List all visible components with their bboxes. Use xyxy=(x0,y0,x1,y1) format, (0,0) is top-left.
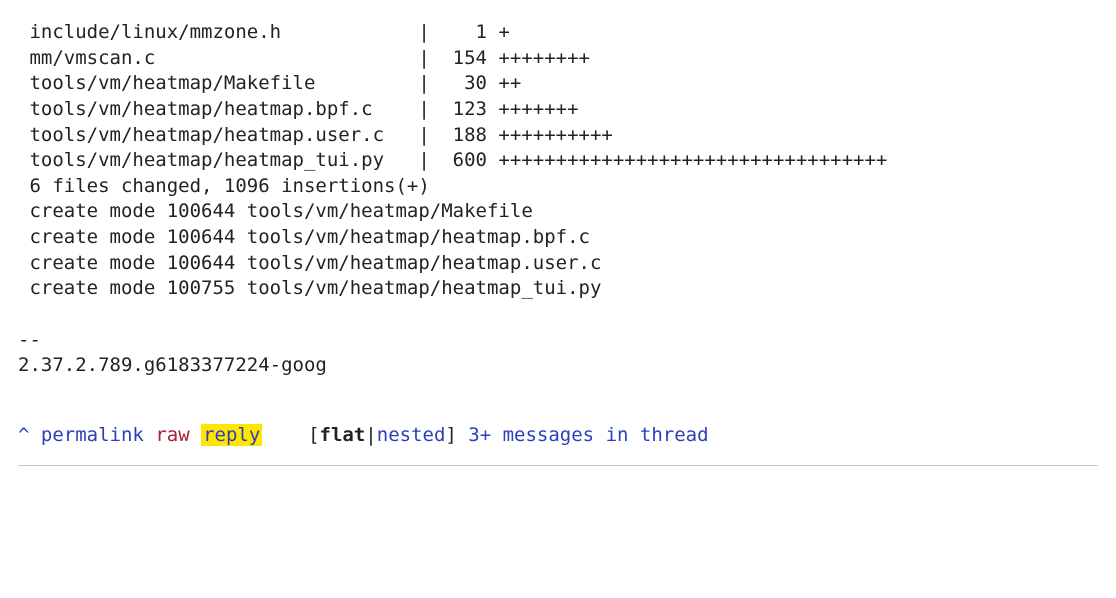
jump-top-link[interactable]: ^ xyxy=(18,424,29,446)
view-flat[interactable]: flat xyxy=(320,424,366,446)
view-pipe: | xyxy=(365,424,376,446)
view-bracket-open: [ xyxy=(308,424,319,446)
permalink-link[interactable]: permalink xyxy=(41,424,144,446)
divider xyxy=(18,465,1098,466)
view-nested-link[interactable]: nested xyxy=(377,424,446,446)
message-body: include/linux/mmzone.h | 1 + mm/vmscan.c… xyxy=(0,0,1116,476)
diffstat-block: include/linux/mmzone.h | 1 + mm/vmscan.c… xyxy=(18,20,1098,379)
view-bracket-close: ] xyxy=(445,424,456,446)
thread-messages-link[interactable]: 3+ messages in thread xyxy=(468,424,708,446)
reply-link[interactable]: reply xyxy=(201,424,262,446)
raw-link[interactable]: raw xyxy=(155,424,189,446)
message-footer: ^ permalink raw reply [flat|nested] 3+ m… xyxy=(18,423,1098,449)
